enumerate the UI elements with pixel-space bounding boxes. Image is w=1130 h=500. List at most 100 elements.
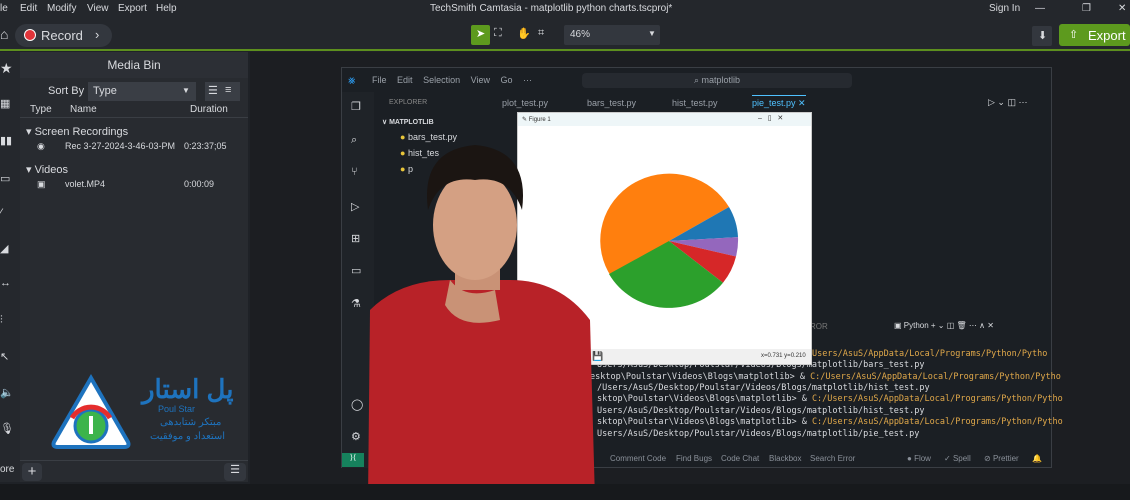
- column-duration[interactable]: Duration: [190, 104, 228, 115]
- status-item[interactable]: Search Error: [810, 454, 855, 463]
- share-icon: ⇧: [1069, 29, 1079, 41]
- column-type[interactable]: Type: [30, 104, 52, 115]
- figure-window-controls[interactable]: – ▯ ✕: [758, 114, 783, 122]
- group-screen-recordings[interactable]: ▾ Screen Recordings: [26, 125, 128, 138]
- add-button[interactable]: +: [22, 463, 42, 481]
- media-icon[interactable]: ▦: [0, 97, 10, 110]
- transform-tool[interactable]: ⛶: [494, 27, 502, 40]
- terminal-line: esktop\Poulstar\Videos\Blogs\matplotlib>…: [590, 372, 1061, 382]
- maximize-button[interactable]: ❐: [1082, 3, 1091, 14]
- run-debug-icon[interactable]: ▷: [351, 200, 359, 213]
- record-button[interactable]: Record ›: [15, 24, 112, 47]
- item-name: Rec 3-27-2024-3-46-03-PM: [65, 141, 176, 151]
- logo-mark-icon: [51, 374, 131, 449]
- explorer-icon[interactable]: ❐: [351, 100, 361, 113]
- download-icon: ⬇: [1038, 30, 1048, 42]
- status-item[interactable]: Blackbox: [769, 454, 801, 463]
- export-label: Export: [1088, 28, 1126, 43]
- cursor-effects-icon[interactable]: ⫶: [0, 314, 3, 327]
- chevron-right-icon[interactable]: ›: [95, 27, 99, 42]
- window-title: TechSmith Camtasia - matplotlib python c…: [430, 3, 673, 14]
- status-item[interactable]: Code Chat: [721, 454, 759, 463]
- source-control-icon[interactable]: ⑂: [351, 166, 358, 178]
- tab-bars-test[interactable]: bars_test.py: [587, 98, 636, 108]
- download-button[interactable]: ⬇: [1032, 26, 1052, 46]
- column-name[interactable]: Name: [70, 104, 97, 115]
- menu-bar: le Edit Modify View Export Help TechSmit…: [0, 0, 1130, 18]
- more-button[interactable]: ore: [0, 464, 14, 475]
- minimize-button[interactable]: —: [1035, 3, 1045, 14]
- pointer-icon[interactable]: ↖: [0, 350, 9, 363]
- explorer-title: EXPLORER: [389, 99, 428, 106]
- figure-title: Figure 1: [528, 117, 551, 123]
- sort-by-select[interactable]: Type ▼: [88, 82, 196, 101]
- close-button[interactable]: ✕: [1118, 3, 1126, 14]
- view-toggle[interactable]: ☰ ≡: [205, 82, 240, 101]
- behaviors-icon[interactable]: ◢: [0, 242, 8, 255]
- zoom-select[interactable]: 46% ▼: [564, 25, 660, 45]
- item-duration: 0:00:09: [184, 179, 215, 189]
- panel-tab[interactable]: ROR: [810, 322, 828, 331]
- status-prettier[interactable]: ⊘ Prettier: [984, 454, 1019, 463]
- menu-file[interactable]: le: [0, 3, 8, 14]
- home-icon[interactable]: ⌂: [0, 26, 8, 42]
- status-spell[interactable]: ✓ Spell: [944, 454, 971, 463]
- tab-pie-test[interactable]: pie_test.py ✕: [752, 95, 806, 109]
- search-icon[interactable]: ⌕: [351, 134, 357, 147]
- menu-help[interactable]: Help: [156, 3, 177, 14]
- logo-fa-name: پل استار: [142, 374, 234, 404]
- terminal-line: Users/AsuS/Desktop/Poulstar/Videos/Blogs…: [597, 406, 925, 416]
- status-item[interactable]: Find Bugs: [676, 454, 712, 463]
- menu-view[interactable]: View: [87, 3, 109, 14]
- animations-icon[interactable]: ↔: [0, 277, 11, 289]
- library-icon[interactable]: ▮▮: [0, 134, 12, 147]
- vscode-logo-icon: ⨳: [348, 73, 356, 87]
- group-label: Screen Recordings: [34, 126, 129, 138]
- transitions-icon[interactable]: ⁄: [0, 207, 2, 219]
- vscode-menu[interactable]: File Edit Selection View Go ···: [372, 75, 532, 85]
- chevron-down-icon: ▼: [648, 29, 656, 38]
- sort-value: Type: [93, 85, 117, 97]
- zoom-value: 46%: [570, 29, 591, 40]
- sort-by-label: Sort By: [48, 85, 85, 97]
- menu-export[interactable]: Export: [118, 3, 147, 14]
- menu-edit[interactable]: Edit: [20, 3, 37, 14]
- group-videos[interactable]: ▾ Videos: [26, 163, 68, 176]
- presenter-head: [433, 170, 517, 280]
- list-view-icon[interactable]: ☰: [224, 463, 246, 481]
- annotations-icon[interactable]: ▭: [0, 172, 10, 185]
- group-label: Videos: [34, 164, 69, 176]
- tab-plot-test[interactable]: plot_test.py: [502, 98, 548, 108]
- terminal-line: sktop\Poulstar\Videos\Blogs\matplotlib> …: [597, 417, 1063, 427]
- extensions-icon[interactable]: ⊞: [351, 232, 360, 245]
- sign-in-button[interactable]: Sign In: [989, 3, 1020, 14]
- pan-tool[interactable]: ✋: [517, 27, 531, 40]
- toolbar: ⌂ Record › ➤ ⛶ ✋ ⌗ 46% ▼ ⬇ ⇧ Export: [0, 18, 1130, 51]
- crop-tool[interactable]: ⌗: [538, 27, 544, 40]
- tab-hist-test[interactable]: hist_test.py: [672, 98, 718, 108]
- media-bin: Media Bin Sort By Type ▼ ☰ ≡ Type Name Dur…: [20, 52, 248, 482]
- sort-icon: ≡: [225, 84, 232, 96]
- video-icon: ▣: [37, 179, 46, 189]
- folder-matplotlib[interactable]: ∨ MATPLOTLIB: [382, 118, 434, 126]
- logo-en-name: Poul Star: [158, 404, 196, 414]
- logo-tagline: استعداد و موفقیت: [150, 431, 226, 442]
- figure-titlebar: ✎ Figure 1 – ▯ ✕: [518, 113, 811, 126]
- menu-modify[interactable]: Modify: [47, 3, 76, 14]
- bell-icon[interactable]: 🔔: [1032, 454, 1042, 463]
- status-item[interactable]: Comment Code: [610, 454, 666, 463]
- export-button[interactable]: ⇧ Export: [1059, 24, 1130, 46]
- terminal-python[interactable]: ▣ Python + ⌄ ◫ 🗑 ⋯ ∧ ✕: [894, 321, 994, 330]
- microphone-icon[interactable]: 🎙: [0, 422, 14, 435]
- run-button[interactable]: ▷ ⌄ ◫ ⋯: [988, 97, 1027, 108]
- select-tool[interactable]: ➤: [471, 25, 490, 45]
- star-icon[interactable]: ★: [0, 60, 13, 77]
- terminal-line: Users/AsuS/Desktop/Poulstar/Videos/Blogs…: [597, 429, 920, 439]
- terminal-line: Users/AsuS/AppData/Local/Programs/Python…: [812, 349, 1048, 359]
- audio-icon[interactable]: 🔈: [0, 386, 14, 399]
- media-bin-title: Media Bin: [20, 52, 248, 78]
- timeline-bar[interactable]: [0, 484, 1130, 500]
- chevron-down-icon: ▼: [182, 86, 190, 95]
- search-input[interactable]: ⌕ matplotlib: [582, 73, 852, 88]
- status-flow[interactable]: ● Flow: [907, 454, 931, 463]
